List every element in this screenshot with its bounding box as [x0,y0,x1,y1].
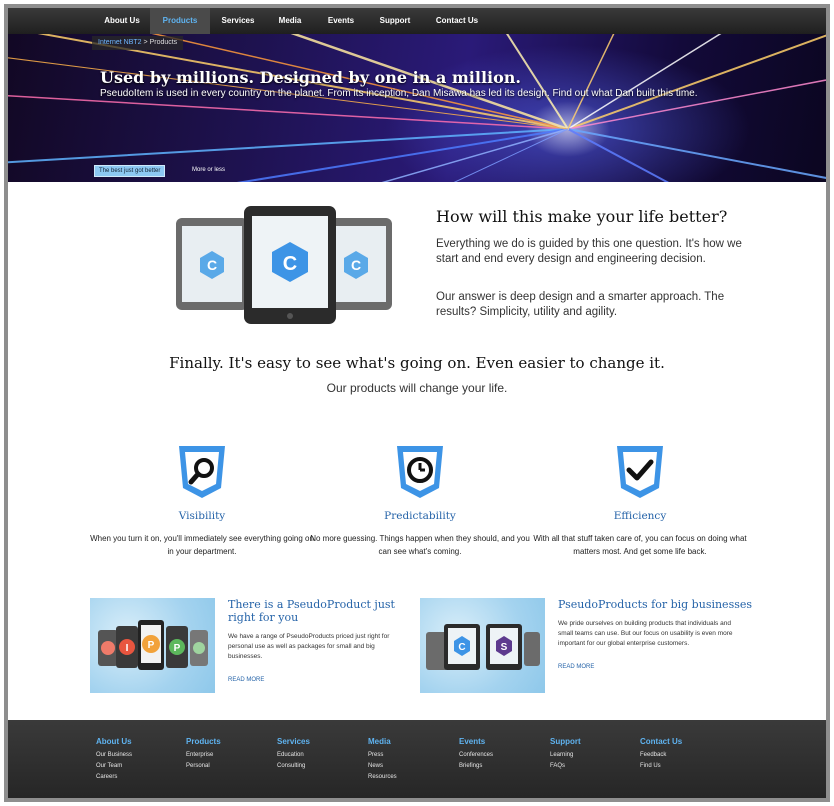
feature-visibility: Visibility When you turn it on, you'll i… [82,444,322,558]
footer-link[interactable]: Learning [550,750,640,761]
nav-products[interactable]: Products [150,8,210,34]
footer-col-products: Products Enterprise Personal [186,737,276,772]
breadcrumb-link[interactable]: Internet NBT2 [98,39,142,46]
nav-services[interactable]: Services [210,8,266,34]
svg-text:I: I [126,643,129,654]
checkmark-icon [617,446,663,498]
footer-col-media: Media Press News Resources [368,737,458,783]
svg-text:S: S [501,642,508,653]
svg-text:C: C [458,642,465,653]
svg-text:C: C [351,257,361,273]
feature-title-efficiency: Efficiency [613,510,667,522]
hero-tab-best[interactable]: The best just got better [94,165,166,177]
hero-tab-more-or-less[interactable]: More or less [188,165,229,175]
footer-col-events: Events Conferences Briefings [459,737,549,772]
clock-icon [397,446,443,498]
footer-heading[interactable]: Products [186,737,276,746]
footer-link[interactable]: Consulting [277,761,367,772]
svg-text:C: C [283,253,297,275]
promo-read-more-business[interactable]: READ MORE [558,664,594,670]
nav-contact-us[interactable]: Contact Us [422,8,492,34]
promo-title-business[interactable]: PseudoProducts for big businesses [558,598,778,611]
nav-media[interactable]: Media [266,8,314,34]
nav-support[interactable]: Support [368,8,422,34]
footer-heading[interactable]: About Us [96,737,186,746]
nav-about-us[interactable]: About Us [94,8,150,34]
feature-desc-efficiency: With all that stuff taken care of, you c… [533,534,747,556]
feature-desc-predictability: No more guessing. Things happen when the… [310,534,530,556]
nav-events[interactable]: Events [314,8,368,34]
feature-predictability: Predictability No more guessing. Things … [300,444,540,558]
footer-link[interactable]: Feedback [640,750,730,761]
footer-link[interactable]: Briefings [459,761,549,772]
footer-col-support: Support Learning FAQs [550,737,640,772]
feature-title-visibility: Visibility [178,510,226,522]
magnifier-icon [179,446,225,498]
footer-heading[interactable]: Services [277,737,367,746]
footer-link[interactable]: Enterprise [186,750,276,761]
hero-title: Used by millions. Designed by one in a m… [100,68,521,87]
intro-paragraph-1: Everything we do is guided by this one q… [436,238,742,265]
svg-text:P: P [174,643,181,654]
footer-link[interactable]: Press [368,750,458,761]
footer-link[interactable]: Our Team [96,761,186,772]
site-footer: About Us Our Business Our Team Careers P… [8,720,826,798]
feature-efficiency: Efficiency With all that stuff taken car… [520,444,760,558]
top-navigation: About Us Products Services Media Events … [8,8,826,34]
footer-link[interactable]: News [368,761,458,772]
hero-description: PseudoItem is used in every country on t… [100,88,698,99]
promo-title-personal[interactable]: There is a PseudoProduct just right for … [228,598,398,624]
feature-title-predictability: Predictability [384,510,456,522]
footer-link[interactable]: Find Us [640,761,730,772]
breadcrumb-current: Products [149,39,178,46]
footer-link[interactable]: Resources [368,772,458,783]
svg-text:C: C [207,257,217,273]
tablet-devices-image: C C C [176,206,392,324]
footer-link[interactable]: Education [277,750,367,761]
promo-image-personal: I P P [90,598,215,693]
breadcrumb: Internet NBT2 > Products [92,36,184,50]
promo-read-more-personal[interactable]: READ MORE [228,677,264,683]
footer-col-about-us: About Us Our Business Our Team Careers [96,737,186,783]
breadcrumb-separator: > [141,39,150,46]
light-streaks-image [8,34,826,182]
footer-heading[interactable]: Events [459,737,549,746]
footer-col-services: Services Education Consulting [277,737,367,772]
footer-heading[interactable]: Contact Us [640,737,730,746]
footer-link[interactable]: Conferences [459,750,549,761]
feature-desc-visibility: When you turn it on, you'll immediately … [90,534,314,556]
promo-text-business: We pride ourselves on building products … [558,620,733,647]
tagline: Finally. It's easy to see what's going o… [169,354,665,372]
footer-heading[interactable]: Support [550,737,640,746]
intro-paragraph-2: Our answer is deep design and a smarter … [436,291,725,318]
intro-heading: How will this make your life better? [436,207,728,226]
subtagline: Our products will change your life. [326,381,508,395]
promo-text-personal: We have a range of PseudoProducts priced… [228,633,390,660]
footer-col-contact-us: Contact Us Feedback Find Us [640,737,730,772]
svg-text:P: P [148,640,155,651]
hero-banner: Internet NBT2 > Products Used by million… [8,34,826,182]
footer-link[interactable]: FAQs [550,761,640,772]
footer-heading[interactable]: Media [368,737,458,746]
footer-link[interactable]: Careers [96,772,186,783]
footer-link[interactable]: Personal [186,761,276,772]
promo-image-business: C S [420,598,545,693]
footer-link[interactable]: Our Business [96,750,186,761]
page-frame: About Us Products Services Media Events … [4,4,830,802]
